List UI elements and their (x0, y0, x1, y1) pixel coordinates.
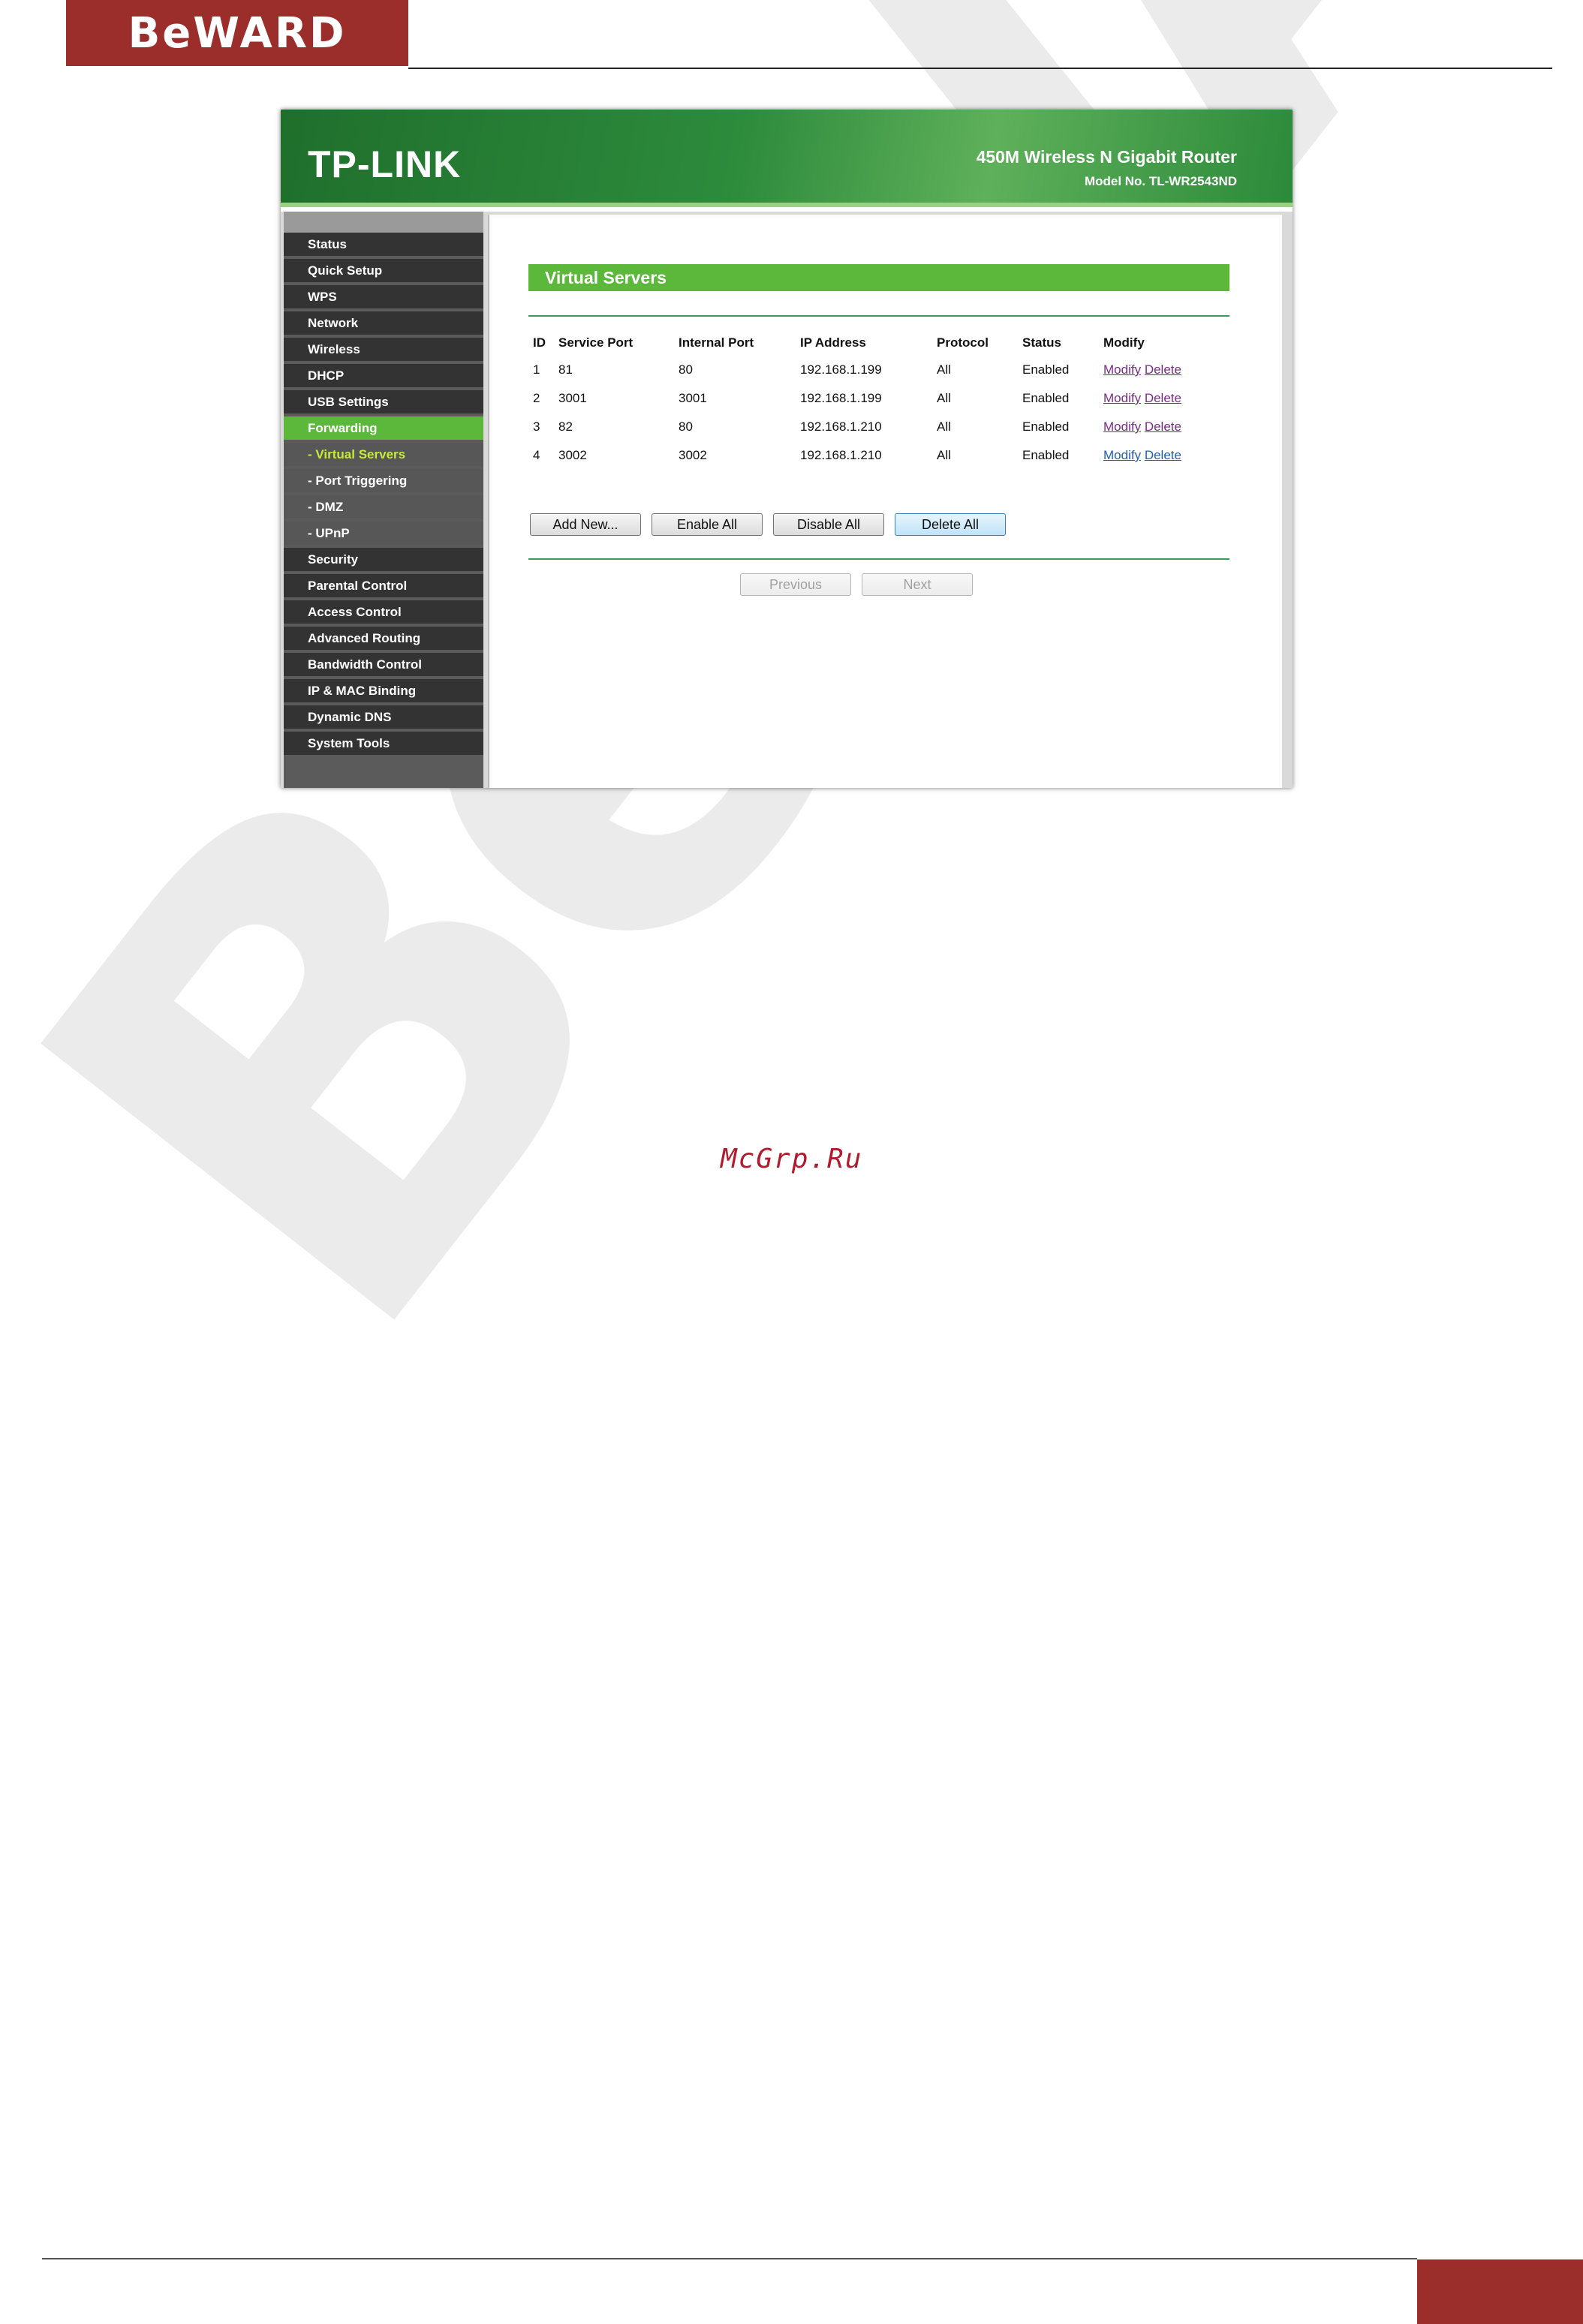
site-watermark-text: McGrp.Ru (721, 1144, 863, 1174)
sidebar-item-wireless[interactable]: Wireless (284, 338, 483, 361)
column-header-protocol: Protocol (937, 335, 989, 350)
cell-status: Enabled (1022, 362, 1070, 377)
cell-id: 4 (533, 448, 540, 462)
table-row: 1 81 80 192.168.1.199 All Enabled Modify… (528, 356, 1228, 384)
cell-service-port: 81 (558, 362, 573, 377)
delete-all-button[interactable]: Delete All (895, 513, 1006, 536)
table-row: 2 3001 3001 192.168.1.199 All Enabled Mo… (528, 384, 1228, 413)
cell-ip-address: 192.168.1.199 (800, 362, 882, 377)
column-header-id: ID (533, 335, 546, 350)
sidebar-item-dynamic-dns[interactable]: Dynamic DNS (284, 705, 483, 729)
modify-link[interactable]: Modify (1103, 448, 1141, 462)
sidebar-item-system-tools[interactable]: System Tools (284, 732, 483, 755)
previous-button[interactable]: Previous (740, 573, 851, 596)
header-rule (408, 68, 1552, 69)
sidebar-item-advanced-routing[interactable]: Advanced Routing (284, 627, 483, 650)
cell-status: Enabled (1022, 419, 1070, 434)
modify-link[interactable]: Modify (1103, 419, 1141, 434)
table-top-divider (528, 315, 1229, 317)
cell-ip-address: 192.168.1.210 (800, 419, 882, 434)
footer-brand-block (1417, 2259, 1583, 2324)
cell-protocol: All (937, 448, 951, 462)
disable-all-button[interactable]: Disable All (773, 513, 884, 536)
cell-internal-port: 3002 (679, 448, 707, 462)
cell-status: Enabled (1022, 391, 1070, 405)
sidebar-item-usb-settings[interactable]: USB Settings (284, 390, 483, 413)
sidebar-item-bandwidth-control[interactable]: Bandwidth Control (284, 653, 483, 676)
cell-service-port: 3002 (558, 448, 587, 462)
sidebar-item-security[interactable]: Security (284, 548, 483, 571)
column-header-service-port: Service Port (558, 335, 634, 350)
router-header: TP-LINK 450M Wireless N Gigabit Router M… (281, 110, 1293, 207)
cell-modify: Modify Delete (1103, 413, 1228, 441)
next-button[interactable]: Next (862, 573, 973, 596)
cell-id: 3 (533, 419, 540, 434)
sidebar-item-access-control[interactable]: Access Control (284, 600, 483, 624)
sidebar-menu: Status Quick Setup WPS Network Wireless … (284, 212, 483, 788)
virtual-servers-table: ID Service Port Internal Port IP Address… (528, 330, 1228, 470)
column-header-internal-port: Internal Port (679, 335, 754, 350)
modify-link[interactable]: Modify (1103, 362, 1141, 377)
sidebar-item-forwarding[interactable]: Forwarding (284, 416, 483, 440)
sidebar-item-network[interactable]: Network (284, 311, 483, 335)
delete-link[interactable]: Delete (1145, 419, 1181, 434)
sidebar-subitem-upnp[interactable]: - UPnP (284, 522, 483, 545)
router-body: Status Quick Setup WPS Network Wireless … (281, 212, 1293, 788)
sidebar-item-quick-setup[interactable]: Quick Setup (284, 259, 483, 282)
table-header-row: ID Service Port Internal Port IP Address… (528, 330, 1228, 356)
cell-modify: Modify Delete (1103, 356, 1228, 384)
cell-id: 1 (533, 362, 540, 377)
cell-protocol: All (937, 362, 951, 377)
router-admin-window: TP-LINK 450M Wireless N Gigabit Router M… (281, 110, 1293, 788)
delete-link[interactable]: Delete (1145, 391, 1181, 405)
sidebar-item-status[interactable]: Status (284, 233, 483, 256)
column-header-ip-address: IP Address (800, 335, 866, 350)
cell-ip-address: 192.168.1.210 (800, 448, 882, 462)
cell-id: 2 (533, 391, 540, 405)
sidebar-subitem-port-triggering[interactable]: - Port Triggering (284, 469, 483, 492)
beward-logo-text: BeWARD (128, 8, 347, 58)
page-title: Virtual Servers (528, 264, 1229, 291)
footer-rule (42, 2258, 1417, 2259)
column-header-modify: Modify (1103, 335, 1145, 350)
table-row: 4 3002 3002 192.168.1.210 All Enabled Mo… (528, 441, 1228, 470)
column-header-status: Status (1022, 335, 1061, 350)
cell-internal-port: 80 (679, 362, 693, 377)
sidebar-item-wps[interactable]: WPS (284, 285, 483, 308)
sidebar-subitem-dmz[interactable]: - DMZ (284, 495, 483, 519)
cell-service-port: 3001 (558, 391, 587, 405)
content-panel: Virtual Servers ID Service Port Internal… (488, 215, 1285, 788)
cell-protocol: All (937, 419, 951, 434)
sidebar-top-pad (284, 212, 483, 233)
tp-link-logo: TP-LINK (308, 143, 462, 185)
modify-link[interactable]: Modify (1103, 391, 1141, 405)
cell-modify: Modify Delete (1103, 384, 1228, 413)
table-row: 3 82 80 192.168.1.210 All Enabled Modify… (528, 413, 1228, 441)
beward-logo: BeWARD (66, 0, 408, 66)
cell-internal-port: 3001 (679, 391, 707, 405)
delete-link[interactable]: Delete (1145, 448, 1181, 462)
cell-service-port: 82 (558, 419, 573, 434)
delete-link[interactable]: Delete (1145, 362, 1181, 377)
cell-internal-port: 80 (679, 419, 693, 434)
cell-ip-address: 192.168.1.199 (800, 391, 882, 405)
enable-all-button[interactable]: Enable All (652, 513, 763, 536)
cell-protocol: All (937, 391, 951, 405)
cell-modify: Modify Delete (1103, 441, 1228, 470)
cell-status: Enabled (1022, 448, 1070, 462)
sidebar-item-parental-control[interactable]: Parental Control (284, 574, 483, 597)
model-number: Model No. TL-WR2543ND (1084, 174, 1237, 188)
table-bottom-divider (528, 558, 1229, 560)
model-title: 450M Wireless N Gigabit Router (976, 147, 1237, 167)
sidebar-subitem-virtual-servers[interactable]: - Virtual Servers (284, 443, 483, 466)
content-inner: Virtual Servers ID Service Port Internal… (492, 218, 1279, 788)
add-new-button[interactable]: Add New... (530, 513, 641, 536)
sidebar-item-dhcp[interactable]: DHCP (284, 364, 483, 387)
sidebar-item-ip-mac-binding[interactable]: IP & MAC Binding (284, 679, 483, 702)
